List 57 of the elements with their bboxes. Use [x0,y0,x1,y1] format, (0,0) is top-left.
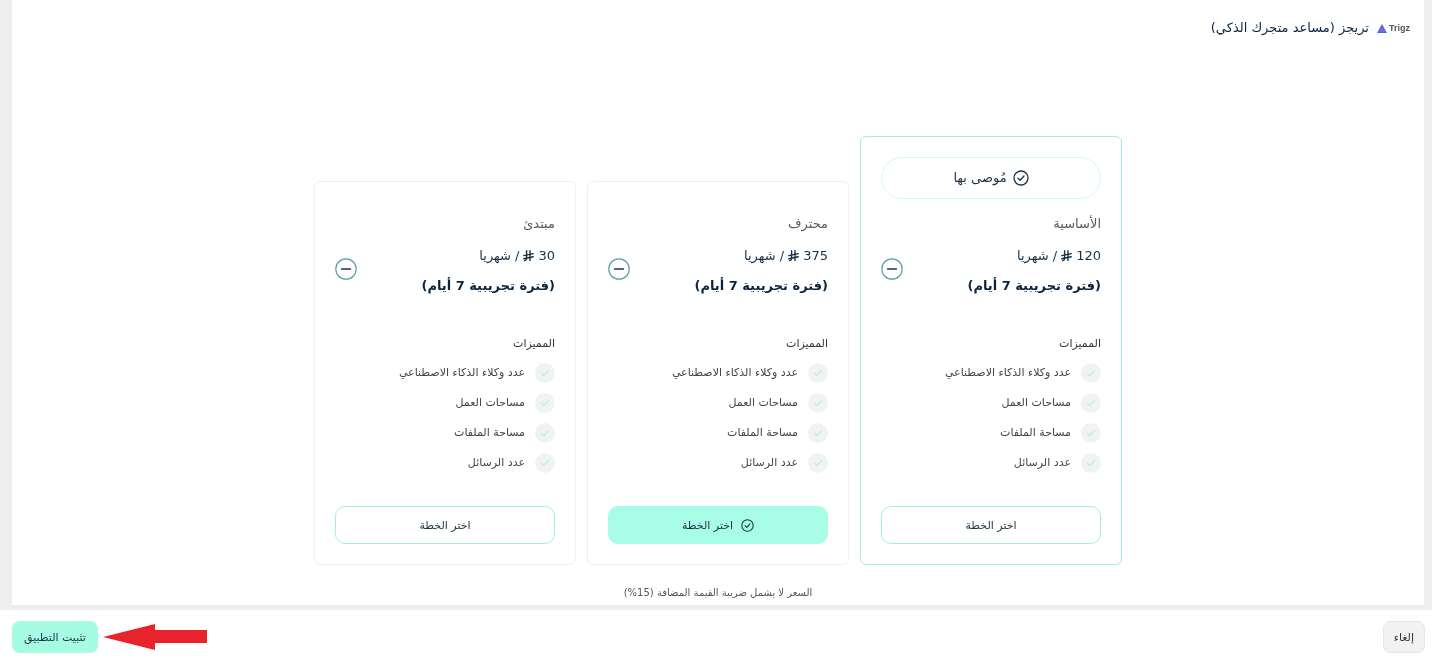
tax-note: السعر لا يشمل ضريبة القيمة المضافة (15%) [623,586,813,600]
feature-label: مساحة الملفات [454,425,525,441]
plan-name: مبتدئ [522,215,555,233]
logo-text: Trigz [1389,22,1410,34]
minus-circle-icon[interactable] [881,258,903,280]
minus-circle-icon[interactable] [335,258,357,280]
trial-label: (فترة تجريبية 7 أيام) [694,276,828,296]
check-icon [535,453,555,473]
check-icon [808,423,828,443]
trial-label: (فترة تجريبية 7 أيام) [967,276,1101,296]
features-heading: المميزات [785,336,828,352]
check-icon [1081,423,1101,443]
choose-plan-button[interactable]: اختر الخطة [608,506,828,544]
riyal-icon [788,250,800,262]
check-icon [1081,393,1101,413]
price-period: / شهريا [744,247,785,266]
price-amount: 120 [1076,247,1101,265]
choose-plan-button[interactable]: اختر الخطة [881,506,1101,544]
check-icon [1081,453,1101,473]
check-icon [808,393,828,413]
feature-label: عدد وكلاء الذكاء الاصطناعي [944,365,1071,381]
riyal-icon [1061,250,1073,262]
feature-label: مساحة الملفات [1000,425,1071,441]
check-icon [535,363,555,383]
trial-label: (فترة تجريبية 7 أيام) [421,276,555,296]
check-icon [535,423,555,443]
install-app-button[interactable]: تثبيت التطبيق [12,621,98,653]
riyal-icon [523,250,535,262]
feature-label: عدد الرسائل [467,455,525,471]
app-title: تريجز (مساعد متجرك الذكي) [1210,19,1369,37]
price-amount: 30 [538,247,555,265]
feature-label: عدد الرسائل [740,455,798,471]
features-heading: المميزات [512,336,555,352]
price-amount: 375 [803,247,828,265]
choose-plan-button[interactable]: اختر الخطة [335,506,555,544]
feature-label: عدد الرسائل [1013,455,1071,471]
features-heading: المميزات [1058,336,1101,352]
price-period: / شهريا [479,247,520,266]
feature-label: مساحات العمل [455,395,525,411]
logo-icon [1377,23,1387,33]
feature-label: مساحات العمل [728,395,798,411]
plan-name: الأساسية [1052,214,1101,233]
check-icon [808,453,828,473]
check-icon [808,363,828,383]
badge-label: مُوصى بها [953,169,1007,187]
check-circle-icon [1012,170,1029,186]
check-circle-icon [741,518,755,532]
feature-label: عدد وكلاء الذكاء الاصطناعي [671,365,798,381]
plan-name: محترف [787,215,828,234]
check-icon [535,393,555,413]
check-icon [1081,363,1101,383]
feature-label: مساحة الملفات [727,425,798,441]
feature-label: مساحات العمل [1001,395,1071,411]
feature-label: عدد وكلاء الذكاء الاصطناعي [398,365,525,381]
price-period: / شهريا [1017,247,1058,266]
minus-circle-icon[interactable] [608,258,630,280]
cancel-button[interactable]: إلغاء [1382,621,1425,653]
